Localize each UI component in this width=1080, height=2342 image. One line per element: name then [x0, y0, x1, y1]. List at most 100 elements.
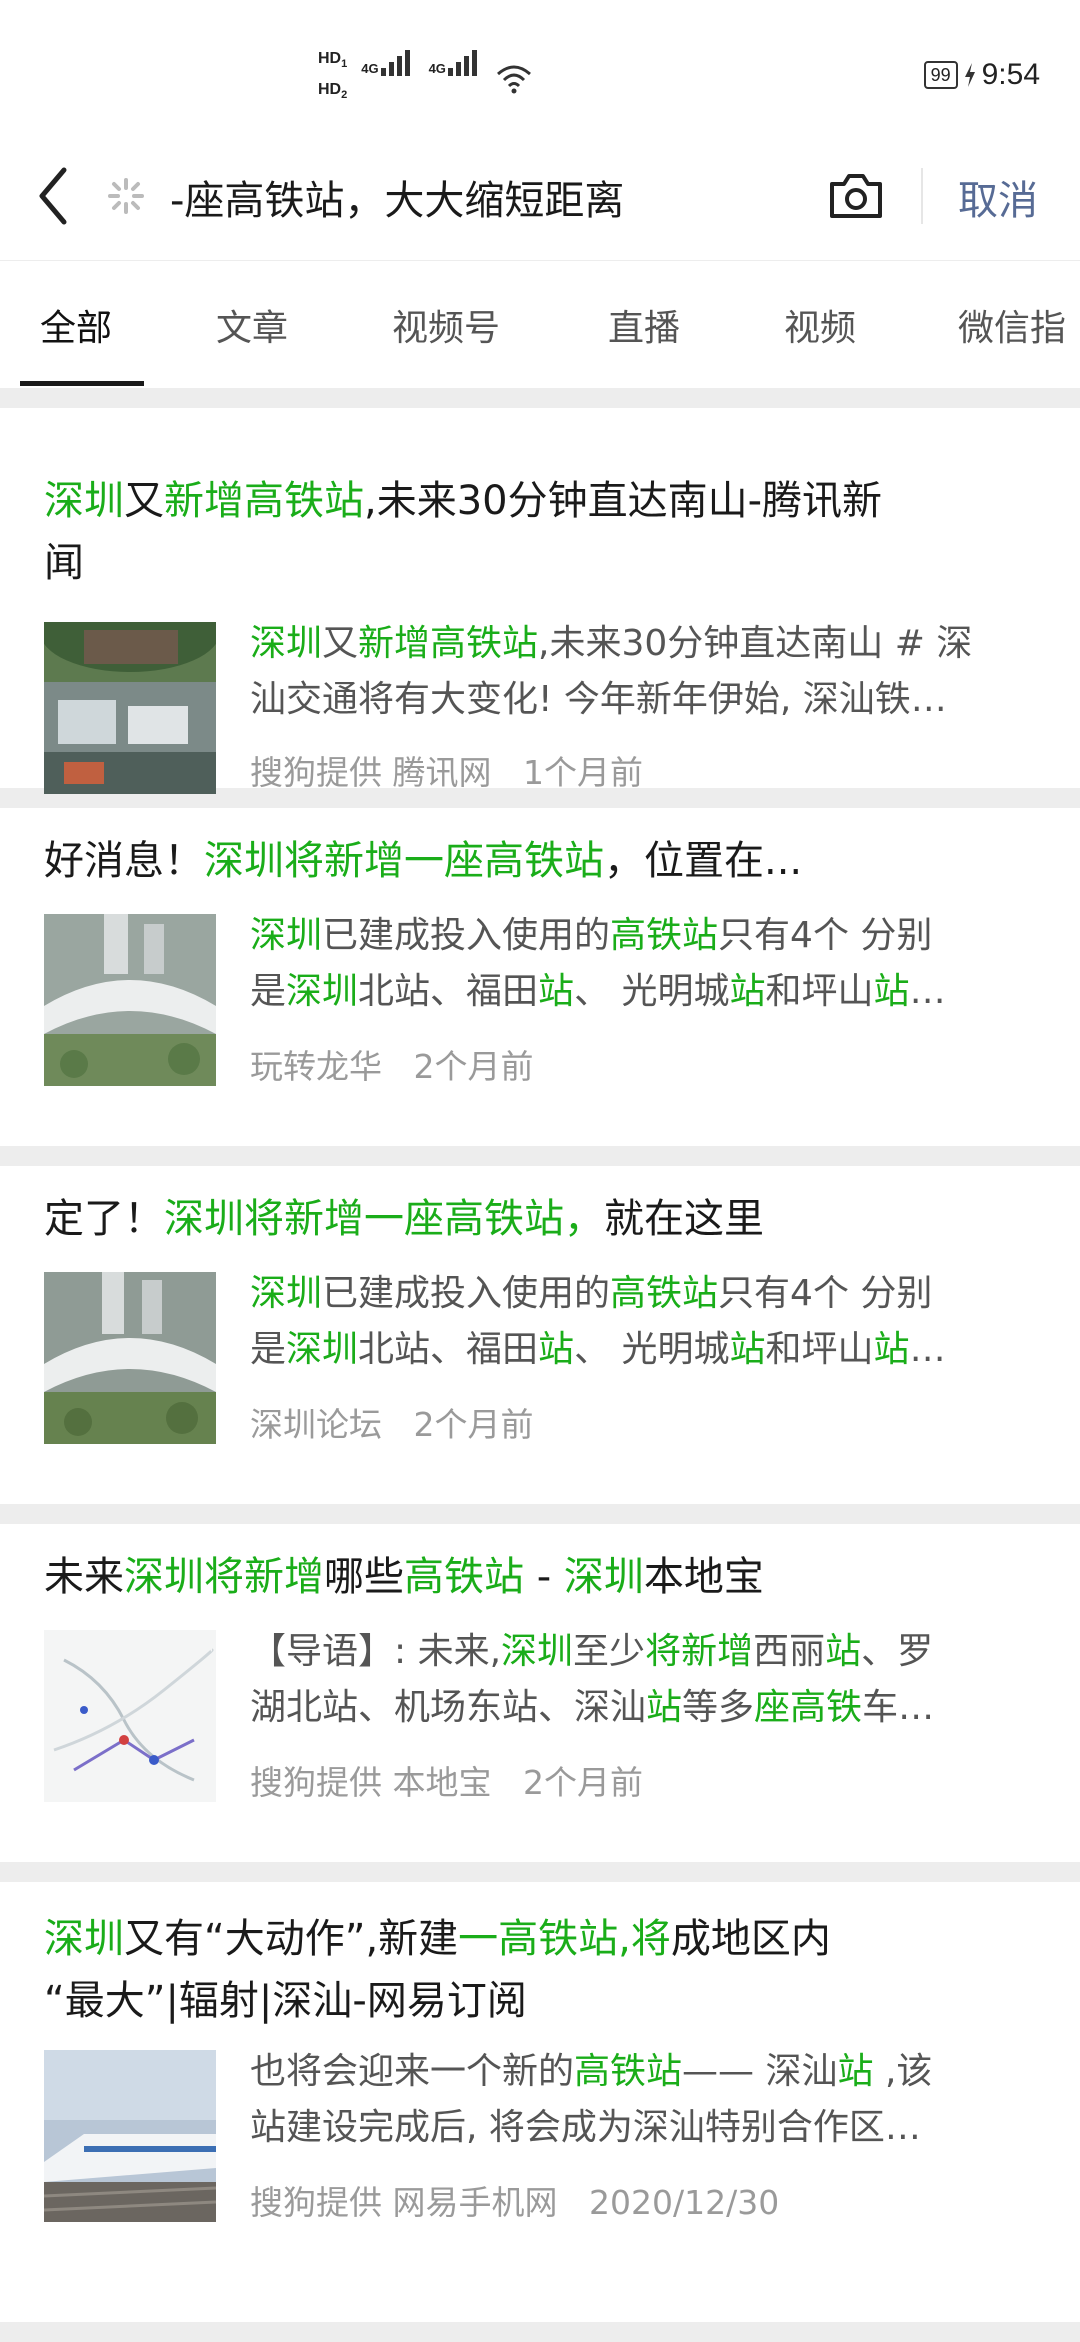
title-line: 深圳又有“大动作”,新建一高铁站,将成地区内	[44, 1908, 1050, 1970]
result-source: 搜狗提供 腾讯网	[250, 753, 492, 792]
snippet-line: 站建设完成后, 将会成为深汕特别合作区…	[250, 2100, 1044, 2156]
tab-channels[interactable]: 视频号	[392, 299, 500, 351]
cancel-button[interactable]: 取消	[958, 168, 1038, 226]
tab-all[interactable]: 全部	[40, 299, 112, 351]
highlight-text: 深圳将新增	[124, 1554, 324, 1600]
highlight-text: 站	[825, 1631, 862, 1672]
text-segment: 定了！	[44, 1196, 164, 1242]
text-segment: 西丽	[753, 1631, 826, 1672]
text-segment: 又有“大动作”,新建	[124, 1916, 459, 1962]
text-segment: 、 光明城	[574, 971, 730, 1012]
highlight-text: 深圳	[250, 915, 323, 956]
result-source: 搜狗提供 本地宝	[250, 1763, 492, 1802]
result-meta: 搜狗提供 本地宝 2个月前	[250, 1756, 643, 1804]
thumbnail[interactable]	[44, 914, 216, 1086]
search-input[interactable]: -座高铁站，大大缩短距离	[170, 168, 624, 226]
category-tabs: 全部 文章 视频号 直播 视频 微信指	[0, 260, 1080, 389]
tab-live[interactable]: 直播	[608, 299, 680, 351]
wifi-icon	[496, 65, 531, 94]
text-segment: 汕交通将有大变化! 今年新年伊始, 深汕铁…	[250, 679, 947, 720]
result-snippet: 深圳已建成投入使用的高铁站只有4个 分别 是深圳北站、福田站、 光明城站和坪山站…	[250, 908, 1044, 1020]
text-segment: 只有4个 分别	[718, 1273, 933, 1314]
highlight-text: 深圳	[44, 478, 124, 524]
thumbnail[interactable]	[44, 1272, 216, 1444]
snippet-line: 深圳已建成投入使用的高铁站只有4个 分别	[250, 1266, 1044, 1322]
signal-icon	[380, 50, 410, 76]
status-bar: HD1 HD2 4G 4G 99 9:54	[0, 0, 1080, 140]
result-snippet: 深圳已建成投入使用的高铁站只有4个 分别 是深圳北站、福田站、 光明城站和坪山站…	[250, 1266, 1044, 1378]
clock: 9:54	[981, 58, 1040, 91]
result-card[interactable]: 定了！深圳将新增一座高铁站，就在这里 深圳已建成投入使用的高铁站只有4个 分别 …	[0, 1166, 1080, 1504]
text-segment: ，位置在...	[604, 838, 803, 884]
tab-active-indicator	[20, 381, 144, 386]
result-title[interactable]: 深圳又有“大动作”,新建一高铁站,将成地区内 “最大”|辐射|深汕-网易订阅	[44, 1908, 1050, 2032]
highlight-text: 深圳	[286, 1329, 359, 1370]
text-segment: ,未来30分钟直达南山 # 深	[538, 623, 973, 664]
snippet-line: 也将会迎来一个新的高铁站—— 深汕站 ,该	[250, 2044, 1044, 2100]
result-card[interactable]: 深圳又有“大动作”,新建一高铁站,将成地区内 “最大”|辐射|深汕-网易订阅 也…	[0, 1882, 1080, 2322]
highlight-text: 一高铁站,将	[458, 1916, 671, 1962]
back-chevron-icon[interactable]	[34, 164, 74, 228]
divider	[0, 2322, 1080, 2342]
snippet-line: 汕交通将有大变化! 今年新年伊始, 深汕铁…	[250, 672, 1044, 728]
snippet-line: 【导语】: 未来,深圳至少将新增西丽站、罗	[250, 1624, 1044, 1680]
result-title[interactable]: 深圳又新增高铁站,未来30分钟直达南山-腾讯新 闻	[44, 470, 1050, 594]
text-segment: …	[909, 971, 946, 1012]
result-title[interactable]: 好消息！深圳将新增一座高铁站，位置在...	[44, 830, 1050, 892]
tab-video[interactable]: 视频	[784, 299, 856, 351]
result-time: 2个月前	[522, 1763, 643, 1802]
highlight-text: 高铁站	[574, 2051, 683, 2092]
result-title[interactable]: 定了！深圳将新增一座高铁站，就在这里	[44, 1188, 1050, 1250]
highlight-text: 站	[538, 971, 575, 1012]
tab-articles[interactable]: 文章	[216, 299, 288, 351]
highlight-text: 深圳	[44, 1916, 124, 1962]
text-segment: 本地宝	[643, 1554, 764, 1600]
text-segment: 就在这里	[604, 1196, 764, 1242]
title-line: 深圳又新增高铁站,未来30分钟直达南山-腾讯新	[44, 470, 1050, 532]
result-snippet: 【导语】: 未来,深圳至少将新增西丽站、罗 湖北站、机场东站、深汕站等多座高铁车…	[250, 1624, 1044, 1736]
text-segment: 北站、福田	[358, 971, 539, 1012]
text-segment: 也将会迎来一个新的	[250, 2051, 575, 2092]
result-time: 1个月前	[522, 753, 643, 792]
highlight-text: 站	[538, 1329, 575, 1370]
snippet-line: 深圳又新增高铁站,未来30分钟直达南山 # 深	[250, 616, 1044, 672]
hd2-label: HD2	[318, 81, 348, 102]
result-card[interactable]: 深圳又新增高铁站,未来30分钟直达南山-腾讯新 闻 深圳又新增高铁站,未来30分…	[0, 408, 1080, 794]
hd1-label: HD1	[318, 50, 348, 71]
hd-indicators: HD1 HD2	[318, 48, 347, 106]
result-card[interactable]: 未来深圳将新增哪些高铁站 - 深圳本地宝 【导语】: 未来,深圳至少将新增西丽站…	[0, 1524, 1080, 1862]
tab-wechat-index[interactable]: 微信指	[958, 299, 1066, 351]
text-segment: 车…	[862, 1687, 935, 1728]
camera-icon[interactable]	[826, 166, 886, 226]
result-snippet: 深圳又新增高铁站,未来30分钟直达南山 # 深 汕交通将有大变化! 今年新年伊始…	[250, 616, 1044, 728]
snippet-line: 湖北站、机场东站、深汕站等多座高铁车…	[250, 1680, 1044, 1736]
result-time: 2020/12/30	[588, 2183, 780, 2222]
highlight-text: 深圳将新增一座高铁站	[204, 838, 604, 884]
text-segment: ,该	[873, 2051, 933, 2092]
thumbnail[interactable]	[44, 2050, 216, 2222]
snippet-line: 深圳已建成投入使用的高铁站只有4个 分别	[250, 908, 1044, 964]
result-title[interactable]: 未来深圳将新增哪些高铁站 - 深圳本地宝	[44, 1546, 1050, 1608]
signal-1: 4G	[361, 48, 414, 76]
highlight-text: 新增高铁站	[358, 623, 539, 664]
highlight-text: 站	[837, 2051, 874, 2092]
divider	[0, 1504, 1080, 1524]
signal-1-tag: 4G	[361, 61, 379, 76]
text-segment: 又	[124, 478, 164, 524]
thumbnail[interactable]	[44, 1630, 216, 1802]
text-segment: 等多	[682, 1687, 755, 1728]
battery-indicator: 99	[923, 61, 958, 89]
title-line: 好消息！深圳将新增一座高铁站，位置在...	[44, 830, 1050, 892]
text-segment: -	[524, 1554, 564, 1600]
text-segment: 只有4个 分别	[718, 915, 933, 956]
text-segment: …	[909, 1329, 946, 1370]
result-source: 搜狗提供 网易手机网	[250, 2183, 558, 2222]
search-divider	[921, 168, 923, 224]
signal-2: 4G	[429, 48, 482, 76]
thumbnail[interactable]	[44, 622, 216, 794]
text-segment: 哪些	[324, 1554, 404, 1600]
highlight-text: 站	[873, 1329, 910, 1370]
text-segment: 未来	[44, 1554, 124, 1600]
text-segment: 是	[250, 1329, 287, 1370]
result-card[interactable]: 好消息！深圳将新增一座高铁站，位置在... 深圳已建成投入使用的高铁站只有4个 …	[0, 808, 1080, 1146]
